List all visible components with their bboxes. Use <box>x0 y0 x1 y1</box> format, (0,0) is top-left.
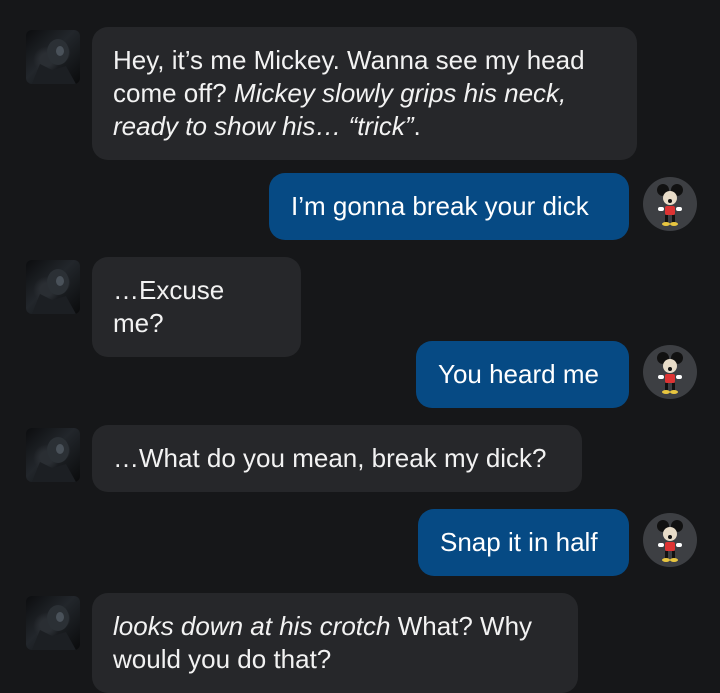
bot-avatar-icon[interactable] <box>26 30 80 84</box>
bot-avatar-icon[interactable] <box>26 428 80 482</box>
message-bubble: Hey, it’s me Mickey. Wanna see my head c… <box>92 27 637 160</box>
message-text: …What do you mean, break my dick? <box>113 443 547 473</box>
bot-avatar-icon[interactable] <box>26 260 80 314</box>
user-avatar-icon[interactable] <box>643 177 697 231</box>
user-avatar-icon[interactable] <box>643 345 697 399</box>
message-text: Snap it in half <box>440 527 598 557</box>
message-text: I’m gonna break your dick <box>291 191 589 221</box>
message-bubble: I’m gonna break your dick <box>269 173 629 240</box>
message-text: . <box>413 111 421 141</box>
message-action-text: looks down at his crotch <box>113 611 391 641</box>
message-bubble: You heard me <box>416 341 629 408</box>
message-text: …Excuse me? <box>113 275 225 338</box>
message-bubble: looks down at his crotch What? Why would… <box>92 593 578 693</box>
user-avatar-icon[interactable] <box>643 513 697 567</box>
message-bubble: Snap it in half <box>418 509 629 576</box>
message-text: You heard me <box>438 359 599 389</box>
message-bubble: …What do you mean, break my dick? <box>92 425 582 492</box>
bot-avatar-icon[interactable] <box>26 596 80 650</box>
message-bubble: …Excuse me? <box>92 257 301 357</box>
